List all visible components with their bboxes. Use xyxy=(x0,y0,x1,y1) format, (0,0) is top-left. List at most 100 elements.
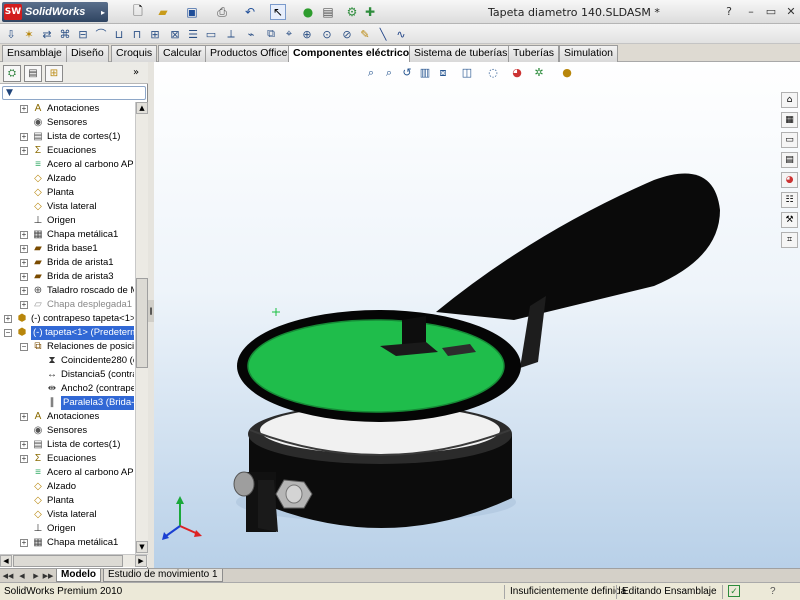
scroll-left-icon[interactable]: ◀ xyxy=(0,555,12,567)
tree-item[interactable]: ≡ Acero al carbono AP-11 xyxy=(0,158,134,172)
tree-item[interactable]: ↔ Distancia5 (contrap xyxy=(0,368,134,382)
tree-item[interactable]: + A Anotaciones xyxy=(0,102,134,116)
tree-item[interactable]: + ▦ Chapa metálica1 xyxy=(0,228,134,242)
tree-item[interactable]: + ▰ Brida base1 xyxy=(0,242,134,256)
file-explorer-icon[interactable]: ▭ xyxy=(781,132,798,148)
new-document-icon[interactable]: 🗋 xyxy=(130,4,146,20)
expand-icon[interactable]: + xyxy=(4,315,12,323)
scroll-down-icon[interactable]: ▼ xyxy=(136,541,148,553)
help-status-icon[interactable]: ? xyxy=(770,585,776,599)
collapse-icon[interactable]: − xyxy=(4,329,12,337)
print-icon[interactable]: ⎙ xyxy=(214,4,230,20)
next-tab-icon[interactable]: ▶ xyxy=(30,570,42,582)
add-point-icon[interactable]: ⊙ xyxy=(320,27,334,41)
electrical-attributes-icon[interactable]: ⊕ xyxy=(300,27,314,41)
tree-item[interactable]: + Σ Ecuaciones xyxy=(0,144,134,158)
expand-icon[interactable]: + xyxy=(20,133,28,141)
expand-icon[interactable]: + xyxy=(20,105,28,113)
table-icon[interactable]: ☰ xyxy=(186,27,200,41)
tree-item[interactable]: + A Anotaciones xyxy=(0,410,134,424)
bolt-left[interactable] xyxy=(233,471,255,497)
wire-icon[interactable]: ⌒ xyxy=(94,27,108,41)
scroll-thumb[interactable] xyxy=(136,278,148,368)
forum-icon[interactable]: ⌗ xyxy=(781,232,798,248)
tree-item[interactable]: + ▤ Lista de cortes(1) xyxy=(0,438,134,452)
view-palette-icon[interactable]: ▤ xyxy=(781,152,798,168)
last-tab-icon[interactable]: ▶▶ xyxy=(42,570,54,582)
scroll-right-icon[interactable]: ▶ xyxy=(135,555,147,567)
feature-manager-tab-icon[interactable]: ⛭ xyxy=(3,65,21,82)
expand-icon[interactable]: + xyxy=(20,259,28,267)
connector-library-icon[interactable]: ⌁ xyxy=(244,27,258,41)
expand-icon[interactable]: + xyxy=(20,441,28,449)
scroll-h-thumb[interactable] xyxy=(13,555,123,567)
tree-item[interactable]: ◇ Planta xyxy=(0,494,134,508)
expand-icon[interactable]: + xyxy=(20,301,28,309)
tree-item[interactable]: ◉ Sensores xyxy=(0,424,134,438)
addins-icon[interactable]: ✚ xyxy=(362,4,378,20)
expand-icon[interactable]: + xyxy=(20,413,28,421)
property-manager-tab-icon[interactable]: ▤ xyxy=(24,65,42,82)
scroll-up-icon[interactable]: ▲ xyxy=(136,102,148,114)
tree-item[interactable]: + ▦ Chapa metálica1 xyxy=(0,536,134,550)
tree-item[interactable]: ⧗ Coincidente280 (co xyxy=(0,354,134,368)
undo-icon[interactable]: ↶ xyxy=(242,4,258,20)
first-tab-icon[interactable]: ◀◀ xyxy=(2,570,14,582)
tab-estudio-de-movimiento[interactable]: Estudio de movimiento 1 xyxy=(103,569,223,582)
paint-icon[interactable]: ✎ xyxy=(358,27,372,41)
expand-icon[interactable]: + xyxy=(20,273,28,281)
options-gear-icon[interactable]: ⚙ xyxy=(344,4,360,20)
tree-item[interactable]: ◉ Sensores xyxy=(0,116,134,130)
expand-icon[interactable]: + xyxy=(20,455,28,463)
insert-component-icon[interactable]: ⇩ xyxy=(4,27,18,41)
tree-item[interactable]: ◇ Vista lateral xyxy=(0,508,134,522)
lever-arm[interactable] xyxy=(436,173,720,320)
expand-icon[interactable]: + xyxy=(20,287,28,295)
tree-item[interactable]: + ▤ Lista de cortes(1) xyxy=(0,130,134,144)
flatten-icon[interactable]: ▭ xyxy=(204,27,218,41)
expand-icon[interactable]: + xyxy=(20,147,28,155)
tab-productos-office[interactable]: Productos Office xyxy=(205,45,293,62)
home-icon[interactable]: ⌂ xyxy=(781,92,798,108)
solidworks-menu-button[interactable]: SW SolidWorks ▸ xyxy=(2,2,108,22)
split-icon[interactable]: ⊠ xyxy=(168,27,182,41)
route-icon[interactable]: ⊓ xyxy=(130,27,144,41)
tree-item[interactable]: ◇ Planta xyxy=(0,186,134,200)
tab-sistema-de-tuberias[interactable]: Sistema de tuberías xyxy=(409,45,513,62)
panel-collapse-icon[interactable]: » xyxy=(133,67,139,78)
component-library-icon[interactable]: ⟂ xyxy=(224,27,238,41)
close-button[interactable]: ✕ xyxy=(784,4,798,18)
graphics-area[interactable]: ⌕ ⌕ ↺ ▥ ⧈ ◫ ◌ ◕ ✲ ● xyxy=(154,62,800,568)
custom-properties-icon[interactable]: ☷ xyxy=(781,192,798,208)
spline-route-icon[interactable]: ∿ xyxy=(394,27,408,41)
feature-tree-filter[interactable]: ▼ xyxy=(2,86,146,100)
maximize-button[interactable]: ▭ xyxy=(764,4,778,18)
tab-simulation[interactable]: Simulation xyxy=(559,45,619,62)
tab-calcular[interactable]: Calcular xyxy=(158,45,207,62)
tab-croquis[interactable]: Croquis xyxy=(111,45,158,62)
prev-tab-icon[interactable]: ◀ xyxy=(16,570,28,582)
tree-item[interactable]: ∥ Paralela3 (Brida-tap xyxy=(0,396,134,410)
save-icon[interactable]: ▣ xyxy=(184,4,200,20)
route-properties-icon[interactable]: ✶ xyxy=(22,27,36,41)
tree-item[interactable]: ⊥ Origen xyxy=(0,522,134,536)
flip-icon[interactable]: ⇄ xyxy=(40,27,54,41)
tree-item[interactable]: + Σ Ecuaciones xyxy=(0,452,134,466)
open-folder-icon[interactable]: ▰ xyxy=(155,4,171,20)
insert-splice-icon[interactable]: ⌖ xyxy=(282,27,296,41)
tree-horizontal-scrollbar[interactable]: ◀ ▶ xyxy=(0,554,148,567)
tree-item[interactable]: ⊥ Origen xyxy=(0,214,134,228)
expand-icon[interactable]: + xyxy=(20,245,28,253)
line-route-icon[interactable]: ╲ xyxy=(376,27,390,41)
tree-item[interactable]: ≡ Acero al carbono AP-11 xyxy=(0,466,134,480)
flap-disc-face-green[interactable] xyxy=(247,319,505,413)
tree-item[interactable]: + ▰ Brida de arista1 xyxy=(0,256,134,270)
harness-icon[interactable]: ⌘ xyxy=(58,27,72,41)
tree-item[interactable]: ◇ Alzado xyxy=(0,480,134,494)
rebuild-check-icon[interactable]: ✓ xyxy=(728,585,740,597)
tree-item[interactable]: + ▰ Brida de arista3 xyxy=(0,270,134,284)
tree-item[interactable]: + ▱ Chapa desplegada1 xyxy=(0,298,134,312)
help-icon[interactable]: ? xyxy=(722,4,736,18)
tab-componentes-electricos[interactable]: Componentes eléctricos xyxy=(288,45,420,63)
clip-icon[interactable]: ⊔ xyxy=(112,27,126,41)
